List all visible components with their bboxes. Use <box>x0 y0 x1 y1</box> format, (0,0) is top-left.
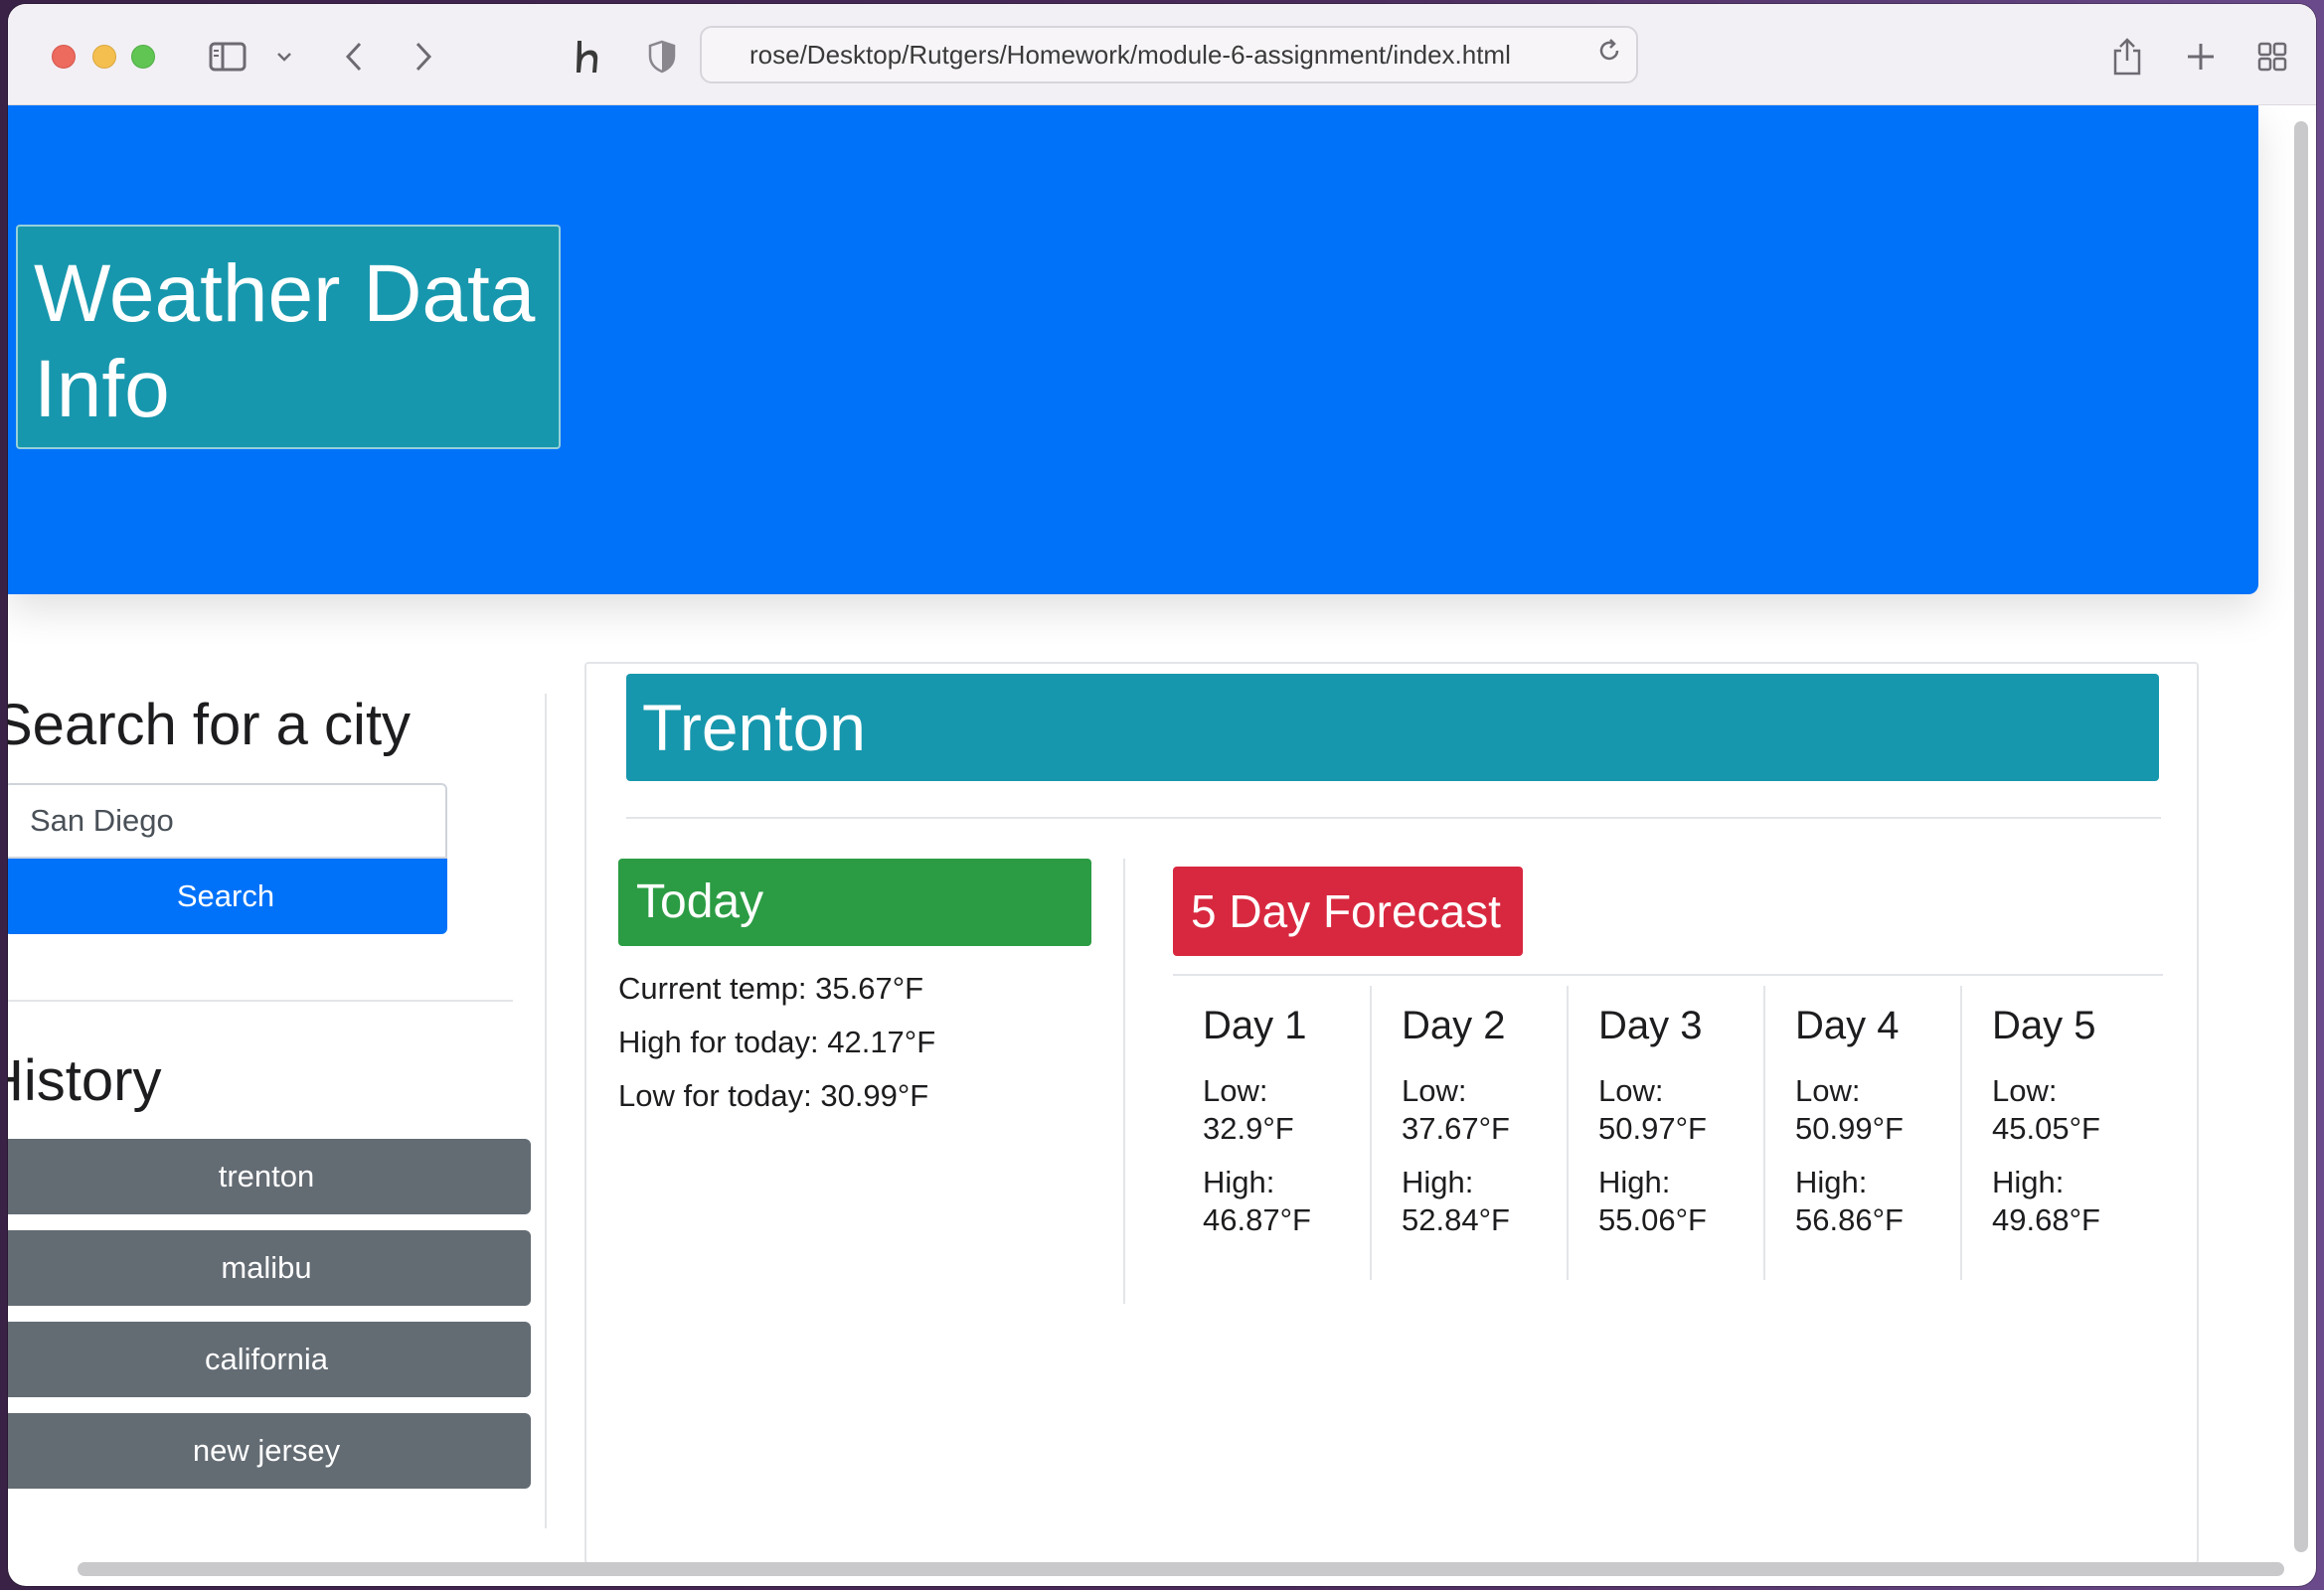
day-low-value: 37.67°F <box>1402 1111 1510 1146</box>
card-divider <box>626 817 2161 819</box>
horizontal-scrollbar[interactable] <box>78 1562 2284 1576</box>
day-title: Day 3 <box>1598 1004 1703 1047</box>
day-high-value: 46.87°F <box>1203 1202 1311 1237</box>
grid-icon[interactable] <box>2252 34 2292 80</box>
day-low-value: 50.99°F <box>1795 1111 1904 1146</box>
today-low: Low for today: 30.99°F <box>618 1078 929 1113</box>
current-temp: Current temp: 35.67°F <box>618 971 924 1006</box>
address-url: rose/Desktop/Rutgers/Homework/module-6-a… <box>749 39 1511 70</box>
browser-toolbar: rose/Desktop/Rutgers/Homework/module-6-a… <box>8 4 2316 105</box>
day-low-label: Low: <box>1598 1073 1664 1108</box>
vertical-scrollbar[interactable] <box>2294 121 2308 1552</box>
day-high-value: 52.84°F <box>1402 1202 1510 1237</box>
day-high-label: High: <box>1598 1165 1671 1199</box>
history-item-california[interactable]: california <box>8 1322 531 1397</box>
address-bar[interactable]: rose/Desktop/Rutgers/Homework/module-6-a… <box>700 26 1638 83</box>
chevron-down-icon[interactable] <box>270 34 298 80</box>
weather-card: Trenton Today Current temp: 35.67°F High… <box>584 662 2199 1564</box>
forecast-divider <box>1173 974 2163 976</box>
day-low-label: Low: <box>1203 1073 1268 1108</box>
search-heading: Search for a city <box>8 693 412 757</box>
reload-icon[interactable] <box>1596 38 1622 71</box>
chevron-left-icon[interactable] <box>336 34 372 80</box>
minimize-window-button[interactable] <box>92 45 116 69</box>
forecast-day-1: Day 1 Low: 32.9°F High: 46.87°F <box>1173 986 1370 1280</box>
honey-h-icon[interactable] <box>565 34 610 80</box>
day-high-label: High: <box>1795 1165 1868 1199</box>
day-title: Day 4 <box>1795 1004 1900 1047</box>
chevron-right-icon[interactable] <box>406 34 441 80</box>
today-label: Today <box>618 859 1091 946</box>
day-high-value: 55.06°F <box>1598 1202 1707 1237</box>
forecast-days: Day 1 Low: 32.9°F High: 46.87°F Day 2 Lo… <box>1173 986 2163 1284</box>
day-low-label: Low: <box>1795 1073 1861 1108</box>
hero-banner: Weather Data Info <box>8 105 2258 594</box>
hero-title-line1: Weather Data <box>34 248 536 339</box>
day-title: Day 2 <box>1402 1004 1506 1047</box>
maximize-window-button[interactable] <box>131 45 155 69</box>
history-list: trenton malibu california new jersey <box>8 1139 531 1505</box>
day-high-label: High: <box>1992 1165 2065 1199</box>
day-high-label: High: <box>1402 1165 1474 1199</box>
browser-window: rose/Desktop/Rutgers/Homework/module-6-a… <box>8 4 2316 1586</box>
city-title: Trenton <box>626 674 2159 781</box>
forecast-day-2: Day 2 Low: 37.67°F High: 52.84°F <box>1370 986 1567 1280</box>
search-button[interactable]: Search <box>8 859 447 934</box>
hero-title-line2: Info <box>34 344 170 434</box>
close-window-button[interactable] <box>52 45 76 69</box>
share-icon[interactable] <box>2107 34 2147 80</box>
history-item-trenton[interactable]: trenton <box>8 1139 531 1214</box>
forecast-day-5: Day 5 Low: 45.05°F High: 49.68°F <box>1960 986 2157 1280</box>
history-item-malibu[interactable]: malibu <box>8 1230 531 1306</box>
plus-icon[interactable] <box>2181 34 2221 80</box>
history-heading: History <box>8 1048 162 1113</box>
forecast-day-3: Day 3 Low: 50.97°F High: 55.06°F <box>1567 986 1763 1280</box>
sidebar-divider <box>8 1000 513 1002</box>
forecast-day-4: Day 4 Low: 50.99°F High: 56.86°F <box>1763 986 1960 1280</box>
day-low-value: 45.05°F <box>1992 1111 2100 1146</box>
day-low-label: Low: <box>1402 1073 1467 1108</box>
day-title: Day 1 <box>1203 1004 1307 1047</box>
today-forecast-divider <box>1123 859 1125 1304</box>
forecast-label: 5 Day Forecast <box>1173 867 1523 956</box>
day-title: Day 5 <box>1992 1004 2096 1047</box>
day-high-value: 49.68°F <box>1992 1202 2100 1237</box>
shield-icon[interactable] <box>642 34 682 80</box>
hero-title: Weather Data Info <box>16 225 561 449</box>
day-low-value: 50.97°F <box>1598 1111 1707 1146</box>
today-stats: Current temp: 35.67°F High for today: 42… <box>618 962 935 1123</box>
day-low-label: Low: <box>1992 1073 2058 1108</box>
city-search-input[interactable] <box>8 783 447 859</box>
day-high-label: High: <box>1203 1165 1275 1199</box>
web-page: Weather Data Info Search for a city Sear… <box>8 105 2292 1564</box>
day-high-value: 56.86°F <box>1795 1202 1904 1237</box>
history-item-new-jersey[interactable]: new jersey <box>8 1413 531 1489</box>
sidebar-vertical-divider <box>545 694 547 1528</box>
day-low-value: 32.9°F <box>1203 1111 1294 1146</box>
today-high: High for today: 42.17°F <box>618 1025 936 1059</box>
sidebar-icon[interactable] <box>205 34 250 80</box>
